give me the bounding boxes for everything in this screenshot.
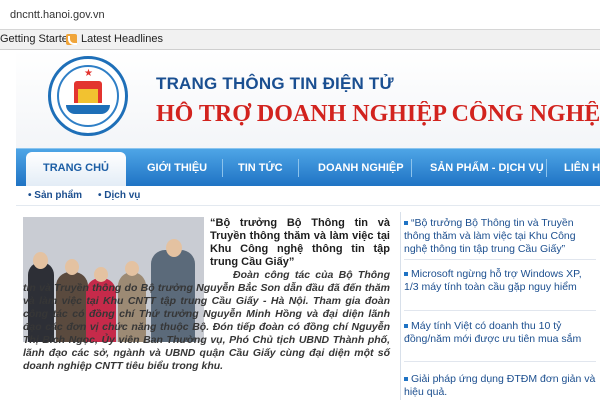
nav-separator <box>411 159 412 177</box>
site-title: HỖ TRỢ DOANH NGHIỆP CÔNG NGHỆ <box>156 101 600 127</box>
address-bar[interactable]: dncntt.hanoi.gov.vn <box>0 0 600 30</box>
nav-about[interactable]: GIỚI THIỆU <box>147 149 207 187</box>
sidebar-divider <box>404 259 596 260</box>
sidebar-divider <box>404 361 596 362</box>
nav-businesses[interactable]: DOANH NGHIỆP <box>318 149 404 187</box>
nav-home[interactable]: TRANG CHỦ <box>26 152 126 187</box>
article-body: Đoàn công tác của Bộ Thông tin và Truyền… <box>23 269 390 372</box>
site-subtitle: TRANG THÔNG TIN ĐIỆN TỬ <box>156 74 394 93</box>
bullet-icon <box>404 324 408 329</box>
ministry-logo-icon[interactable]: ★ <box>48 56 128 136</box>
nav-news[interactable]: TIN TỨC <box>238 149 283 187</box>
subnav-products[interactable]: • Sản phẩm <box>28 190 82 201</box>
sidebar-divider <box>404 310 596 311</box>
bullet-icon <box>404 377 408 382</box>
url-text[interactable]: dncntt.hanoi.gov.vn <box>10 9 105 21</box>
rss-feed-icon <box>66 34 77 45</box>
nav-separator <box>546 159 547 177</box>
main-nav: TRANG CHỦ GIỚI THIỆU TIN TỨC DOANH NGHIỆ… <box>16 148 600 187</box>
sidebar-news-item[interactable]: Giải pháp ứng dụng ĐTĐM đơn giản và hiệu… <box>404 373 596 399</box>
nav-separator <box>298 159 299 177</box>
sub-nav: • Sản phẩm • Dịch vụ <box>16 186 600 206</box>
bullet-icon <box>404 272 408 277</box>
subnav-services[interactable]: • Dịch vụ <box>98 190 140 201</box>
sidebar-news-item[interactable]: “Bộ trưởng Bộ Thông tin và Truyền thông … <box>404 217 596 256</box>
bookmark-getting-started[interactable]: Getting Started <box>0 33 74 45</box>
nav-separator <box>222 159 223 177</box>
nav-products-services[interactable]: SẢN PHẨM - DỊCH VỤ <box>430 149 544 187</box>
nav-contact[interactable]: LIÊN HỆ <box>564 149 600 187</box>
bookmark-latest-headlines[interactable]: Latest Headlines <box>81 33 163 45</box>
sidebar-news-item[interactable]: Microsoft ngừng hỗ trợ Windows XP, 1/3 m… <box>404 268 596 294</box>
bookmarks-toolbar: Getting Started Latest Headlines <box>0 30 600 50</box>
sidebar-news-item[interactable]: Máy tính Việt có doanh thu 10 tỷ đồng/nă… <box>404 320 596 346</box>
bullet-icon <box>404 221 408 226</box>
article-headline[interactable]: “Bộ trưởng Bộ Thông tin và Truyền thông … <box>210 217 390 269</box>
